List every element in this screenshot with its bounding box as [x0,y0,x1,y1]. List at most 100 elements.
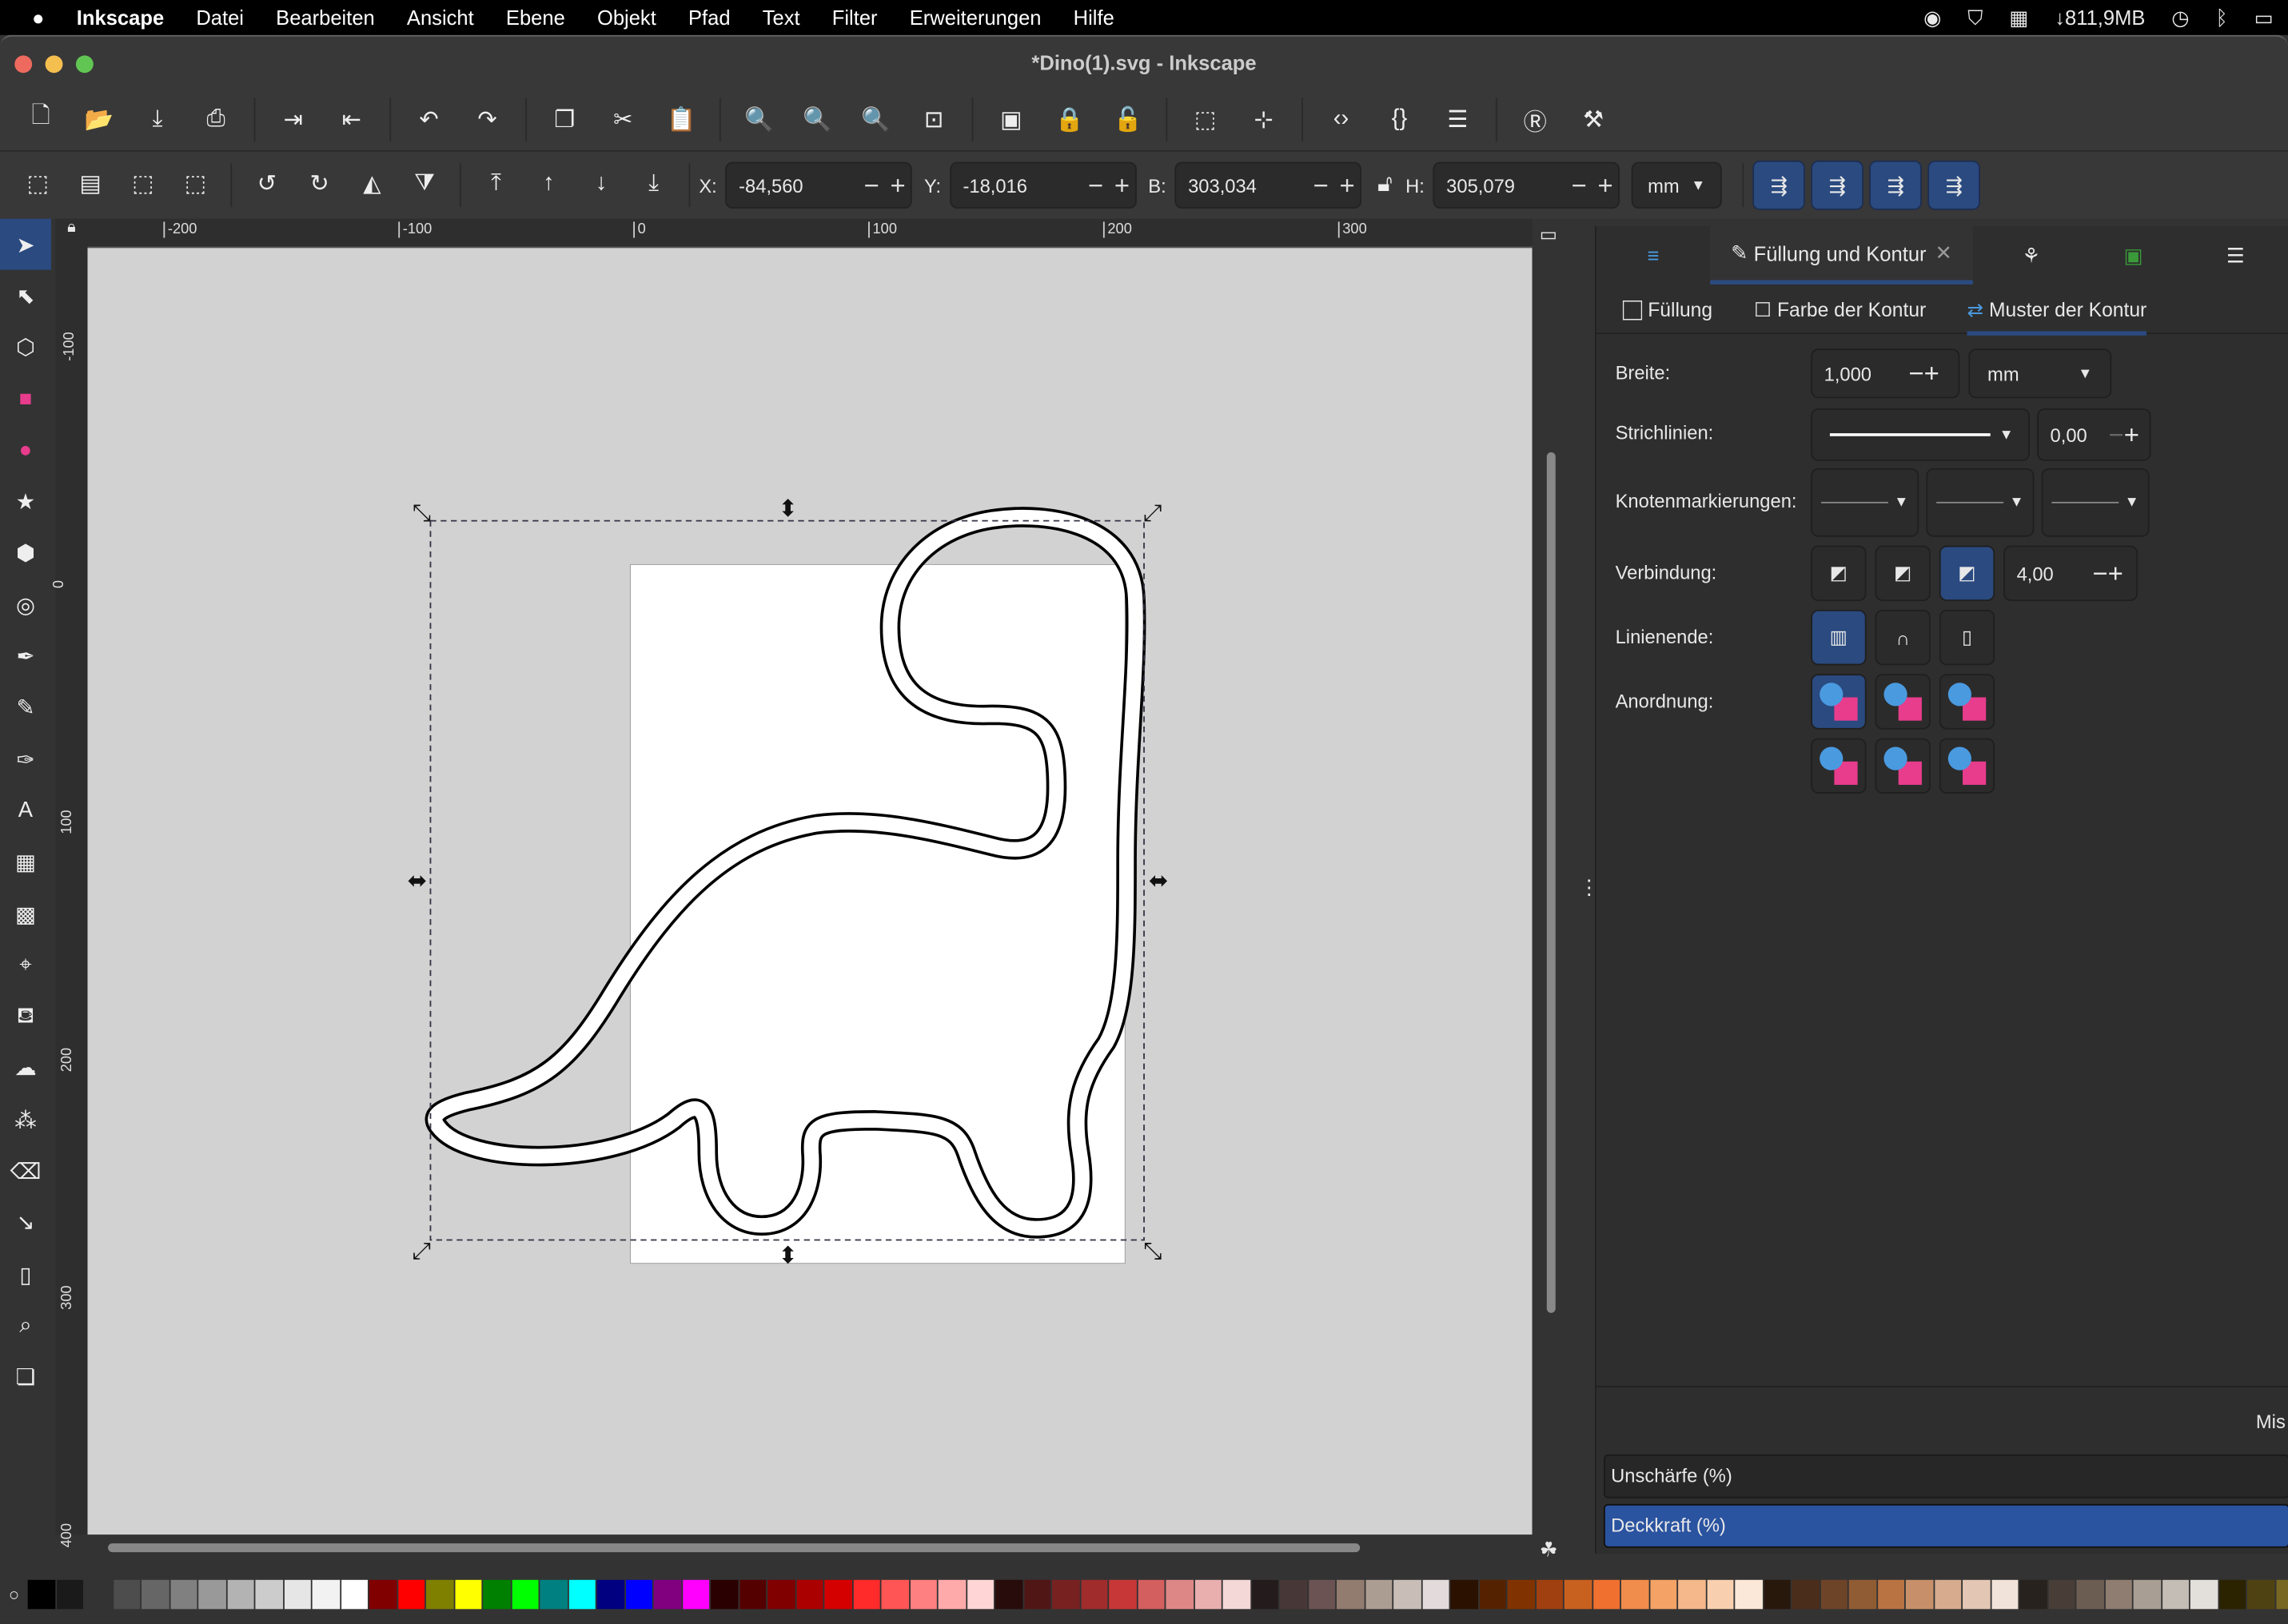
color-swatch[interactable] [2076,1578,2104,1609]
color-swatch[interactable] [1138,1578,1166,1609]
blur-slider[interactable]: Unschärfe (%) [1604,1454,2288,1499]
color-swatch[interactable] [1735,1578,1763,1609]
duplicate-icon[interactable]: ❐ [544,98,585,139]
color-swatch[interactable] [1308,1578,1336,1609]
preferences-icon[interactable]: ⚒ [1573,98,1614,139]
lock-ratio-icon[interactable]: 🔓︎ [1373,165,1397,205]
color-swatch[interactable] [426,1578,454,1609]
color-swatch[interactable] [2276,1578,2288,1609]
color-swatch[interactable] [2162,1578,2190,1609]
paint-order-button-1[interactable] [1811,674,1867,730]
tool-calligraphy-icon[interactable]: ✑ [0,734,51,785]
color-swatch[interactable] [853,1578,881,1609]
color-swatch[interactable] [369,1578,397,1609]
tab-path-effects[interactable]: ⚘ [1973,226,2090,285]
paint-order-button-4[interactable] [1811,738,1867,794]
color-swatch[interactable] [1081,1578,1108,1609]
bluetooth-icon[interactable]: ᛒ [2215,6,2227,29]
tab-align[interactable]: ☰ [2177,226,2288,285]
color-swatch[interactable] [995,1578,1023,1609]
undo-icon[interactable]: ↶ [409,98,449,139]
battery-icon[interactable]: ▭ [2254,5,2274,30]
x-field[interactable]: -84,560− + [725,161,913,209]
tool-tweak-icon[interactable]: ☁ [0,1043,51,1094]
unlock-icon[interactable]: 🔓 [1107,98,1148,139]
color-management-icon[interactable]: ☘ [1540,1538,1558,1562]
scroll-thumb[interactable] [1546,452,1556,1313]
color-swatch[interactable] [1507,1578,1535,1609]
decrement-icon[interactable]: − [1308,170,1334,201]
css-editor-icon[interactable]: {} [1379,98,1420,139]
color-swatch[interactable] [568,1578,596,1609]
flip-horizontal-icon[interactable]: ◭ [352,163,393,204]
touch-select-icon[interactable]: ⬚ [175,163,216,204]
menu-hilfe[interactable]: Hilfe [1074,6,1114,29]
tool-ellipse-icon[interactable]: ● [0,425,51,476]
node-tool-icon[interactable]: ⬚ [1185,98,1226,139]
stroke-unit-select[interactable]: mm ▼ [1968,348,2112,399]
lower-icon[interactable]: ↓ [580,163,621,204]
butt-cap-button[interactable]: ▥ [1811,609,1867,666]
tool-eraser-icon[interactable]: ⌫ [0,1145,51,1196]
tool-gradient-icon[interactable]: ▦ [0,837,51,888]
color-swatch[interactable] [654,1578,681,1609]
export-icon[interactable]: ⇤ [331,98,372,139]
bevel-join-button[interactable]: ◩ [1811,545,1867,602]
y-value[interactable]: -18,016 [951,174,1082,196]
select-all-layers-icon[interactable]: ▤ [70,163,111,204]
end-marker-select[interactable]: ▼ [2041,468,2150,537]
color-swatch[interactable] [1849,1578,1876,1609]
color-swatch[interactable] [910,1578,938,1609]
color-swatch[interactable] [1280,1578,1308,1609]
color-swatch[interactable] [1877,1578,1905,1609]
paint-order-button-3[interactable] [1939,674,1995,730]
scale-corners-button[interactable]: ⇶ [1811,160,1864,210]
menu-ansicht[interactable]: Ansicht [407,6,474,29]
color-swatch[interactable] [1393,1578,1421,1609]
tool-spray-icon[interactable]: ⁂ [0,1094,51,1145]
paste-icon[interactable]: 📋 [661,98,702,139]
decrement-icon[interactable]: − [1566,170,1592,201]
height-field[interactable]: 305,079− + [1433,161,1620,209]
tool-rectangle-icon[interactable]: ■ [0,373,51,424]
selectors-icon[interactable]: Ⓡ [1515,98,1556,139]
menu-erweiterungen[interactable]: Erweiterungen [910,6,1042,29]
rotate-ccw-icon[interactable]: ↺ [246,163,287,204]
color-swatch[interactable] [255,1578,283,1609]
palette-menu-icon[interactable]: ○ [9,1583,19,1604]
mid-marker-select[interactable]: ▼ [1926,468,2035,537]
tab-export[interactable]: ▣ [2090,226,2178,285]
color-swatch[interactable] [1450,1578,1478,1609]
color-swatch[interactable] [1337,1578,1365,1609]
tool-measure-icon[interactable]: ❏ [0,1351,51,1403]
time-machine-icon[interactable]: ◷ [2171,5,2189,30]
tool-zoom-icon[interactable]: ⌕ [0,1300,51,1351]
align-icon[interactable]: ☰ [1437,98,1478,139]
color-swatch[interactable] [1621,1578,1649,1609]
shield-icon[interactable]: ⛉ [1967,5,1983,30]
color-swatch[interactable] [1649,1578,1677,1609]
color-swatch[interactable] [1820,1578,1848,1609]
decrement-icon[interactable]: − [859,170,885,201]
opacity-slider[interactable]: Deckkraft (%) [1604,1503,2288,1548]
dash-pattern-select[interactable]: ▼ [1811,408,2030,461]
round-join-button[interactable]: ◩ [1875,545,1931,602]
tool-node-icon[interactable]: ⬉ [0,270,51,321]
color-swatch[interactable] [2105,1578,2133,1609]
color-swatch[interactable] [341,1578,369,1609]
raise-to-top-icon[interactable]: ⤒ [476,163,516,204]
zoom-page-icon[interactable]: 🔍 [855,98,896,139]
increment-icon[interactable]: + [1109,170,1135,201]
open-icon[interactable]: 📂 [79,98,120,139]
color-swatch[interactable] [455,1578,482,1609]
unit-select[interactable]: mm ▼ [1631,161,1723,209]
tool-3d-box-icon[interactable]: ⬢ [0,527,51,579]
color-swatch[interactable] [881,1578,909,1609]
cut-icon[interactable]: ✂ [603,98,644,139]
color-swatch[interactable] [313,1578,340,1609]
color-swatch[interactable] [142,1578,169,1609]
snap-icon[interactable]: ⊹ [1243,98,1284,139]
start-marker-select[interactable]: ▼ [1811,468,1919,537]
menu-datei[interactable]: Datei [196,6,244,29]
subtab-stroke-style[interactable]: ⇄ Muster der Kontur [1967,299,2147,336]
